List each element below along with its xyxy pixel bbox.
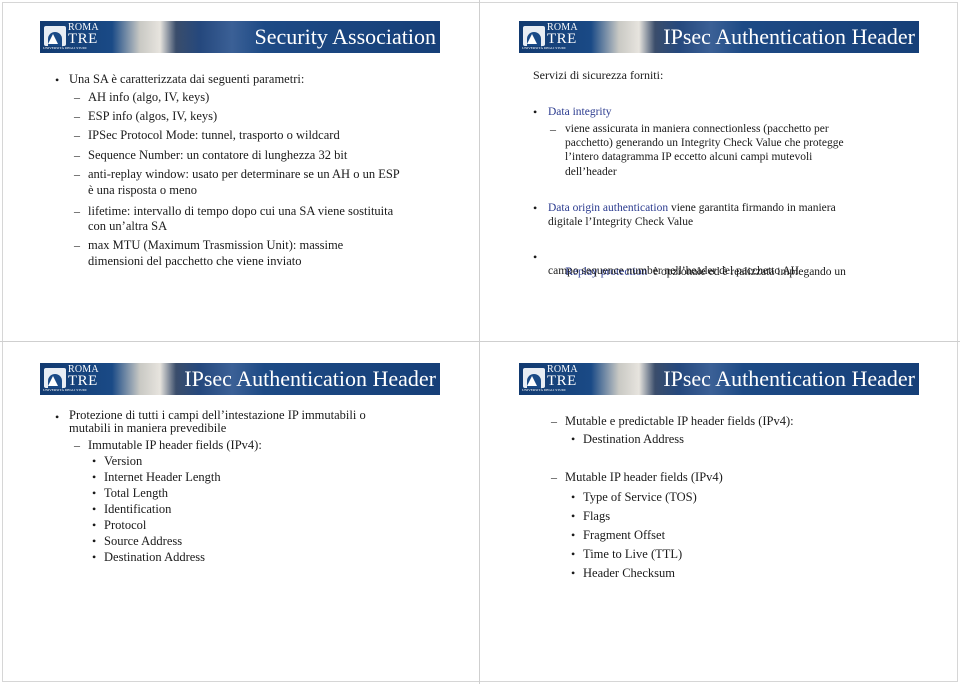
service-text-line2: campo sequence number nell’header del pa… (548, 265, 799, 277)
bullet-icon: • (55, 73, 60, 87)
dash-icon: – (550, 122, 556, 136)
slide-banner: ROMA TRE UNIVERSITÀ DEGLI STUDI Security… (40, 21, 440, 53)
triangle-icon (48, 34, 58, 44)
service-label: Data integrity (548, 106, 612, 118)
field-item: Fragment Offset (583, 528, 666, 542)
bullet-icon: • (533, 250, 538, 264)
slide-banner: ROMA TRE UNIVERSITÀ DEGLI STUDI IPsec Au… (40, 363, 440, 395)
dash-icon: – (74, 238, 80, 252)
sub-item: Sequence Number: un contatore di lunghez… (88, 148, 348, 162)
bullet-icon: • (571, 490, 576, 504)
sub-item: AH info (algo, IV, keys) (88, 90, 210, 104)
sub-item-line1: max MTU (Maximum Trasmission Unit): mass… (88, 238, 344, 252)
field-item: Identification (104, 502, 172, 516)
dash-icon: – (74, 109, 80, 123)
service-line: Data origin authentication viene garanti… (548, 201, 836, 216)
logo-university: UNIVERSITÀ DEGLI STUDI (522, 388, 566, 392)
bullet-icon: • (92, 534, 97, 548)
slide-banner: ROMA TRE UNIVERSITÀ DEGLI STUDI IPsec Au… (519, 363, 919, 395)
field-item: Source Address (104, 534, 183, 548)
field-item: Destination Address (583, 432, 685, 446)
bullet-icon: • (571, 432, 576, 446)
dash-icon: – (74, 204, 80, 218)
triangle-icon (48, 376, 58, 386)
dash-icon: – (74, 438, 80, 452)
roma-tre-logo: ROMA TRE UNIVERSITÀ DEGLI STUDI (521, 365, 603, 393)
logo-tre: TRE (68, 373, 98, 389)
field-item: Version (104, 454, 143, 468)
dash-icon: – (74, 167, 80, 181)
field-item: Total Length (104, 486, 169, 500)
dash-icon: – (74, 90, 80, 104)
service-detail: l’intero datagramma IP eccetto alcuni ca… (565, 151, 813, 163)
logo-university: UNIVERSITÀ DEGLI STUDI (43, 46, 87, 50)
field-item: Internet Header Length (104, 470, 221, 484)
bullet-icon: • (571, 528, 576, 542)
logo-tre: TRE (68, 31, 98, 47)
slide-security-association: ROMA TRE UNIVERSITÀ DEGLI STUDI Security… (0, 0, 479, 341)
slide-banner: ROMA TRE UNIVERSITÀ DEGLI STUDI IPsec Au… (519, 21, 919, 53)
field-item: Destination Address (104, 550, 206, 564)
sub-item-line2: dimensioni del pacchetto che viene invia… (88, 254, 302, 268)
field-item: Flags (583, 509, 611, 523)
roma-tre-logo: ROMA TRE UNIVERSITÀ DEGLI STUDI (42, 365, 124, 393)
group-label: Mutable IP header fields (IPv4) (565, 470, 723, 484)
logo-university: UNIVERSITÀ DEGLI STUDI (522, 46, 566, 50)
field-item: Type of Service (TOS) (583, 490, 697, 504)
bullet-icon: • (571, 547, 576, 561)
triangle-icon (527, 34, 537, 44)
logo-tre: TRE (547, 31, 577, 47)
dash-icon: – (551, 470, 557, 484)
field-item: Header Checksum (583, 566, 675, 580)
bullet-icon: • (571, 566, 576, 580)
slide-title: IPsec Authentication Header (663, 366, 915, 391)
bullet-icon: • (55, 410, 60, 424)
sub-item: ESP info (algos, IV, keys) (88, 109, 218, 123)
sub-item: Immutable IP header fields (IPv4): (88, 438, 262, 452)
service-label: Data origin authentication (548, 202, 669, 214)
logo-university: UNIVERSITÀ DEGLI STUDI (43, 388, 87, 392)
logo-tre: TRE (547, 373, 577, 389)
service-detail: pacchetto) generando un Integrity Check … (565, 137, 844, 149)
sub-item-line2: con un’altra SA (88, 219, 168, 233)
sub-item-line1: lifetime: intervallo di tempo dopo cui u… (88, 204, 394, 218)
bullet-icon: • (533, 201, 538, 215)
triangle-icon (527, 376, 537, 386)
dash-icon: – (74, 148, 80, 162)
slide-ah-immutable-fields: ROMA TRE UNIVERSITÀ DEGLI STUDI IPsec Au… (0, 342, 479, 683)
dash-icon: – (551, 414, 557, 428)
bullet-icon: • (92, 454, 97, 468)
bullet-icon: • (92, 518, 97, 532)
group-label: Mutable e predictable IP header fields (… (565, 414, 794, 428)
bullet-icon: • (92, 502, 97, 516)
sub-item: IPSec Protocol Mode: tunnel, trasporto o… (88, 128, 340, 142)
bullet-text-line2: mutabili in maniera prevedibile (69, 421, 227, 435)
bullet-icon: • (92, 486, 97, 500)
service-text: viene garantita firmando in maniera (668, 202, 836, 214)
slide-title: Security Association (254, 24, 436, 49)
bullet-icon: • (571, 509, 576, 523)
service-text-line2: digitale l’Integrity Check Value (548, 216, 694, 228)
slide-title: IPsec Authentication Header (184, 366, 436, 391)
roma-tre-logo: ROMA TRE UNIVERSITÀ DEGLI STUDI (42, 23, 124, 51)
slide-ah-services: ROMA TRE UNIVERSITÀ DEGLI STUDI IPsec Au… (479, 0, 958, 341)
service-detail: viene assicurata in maniera connectionle… (565, 123, 829, 135)
bullet-icon: • (92, 470, 97, 484)
sub-item-line2: è una risposta o meno (88, 183, 198, 197)
dash-icon: – (74, 128, 80, 142)
service-detail: dell’header (565, 166, 617, 178)
bullet-text: Una SA è caratterizzata dai seguenti par… (69, 72, 305, 86)
slide-ah-mutable-fields: ROMA TRE UNIVERSITÀ DEGLI STUDI IPsec Au… (479, 342, 958, 683)
slide-title: IPsec Authentication Header (663, 24, 915, 49)
sub-item-line1: anti-replay window: usato per determinar… (88, 167, 400, 181)
roma-tre-logo: ROMA TRE UNIVERSITÀ DEGLI STUDI (521, 23, 603, 51)
bullet-icon: • (92, 550, 97, 564)
field-item: Protocol (104, 518, 147, 532)
bullet-icon: • (533, 105, 538, 119)
intro-text: Servizi di sicurezza forniti: (533, 68, 664, 82)
field-item: Time to Live (TTL) (583, 547, 683, 561)
